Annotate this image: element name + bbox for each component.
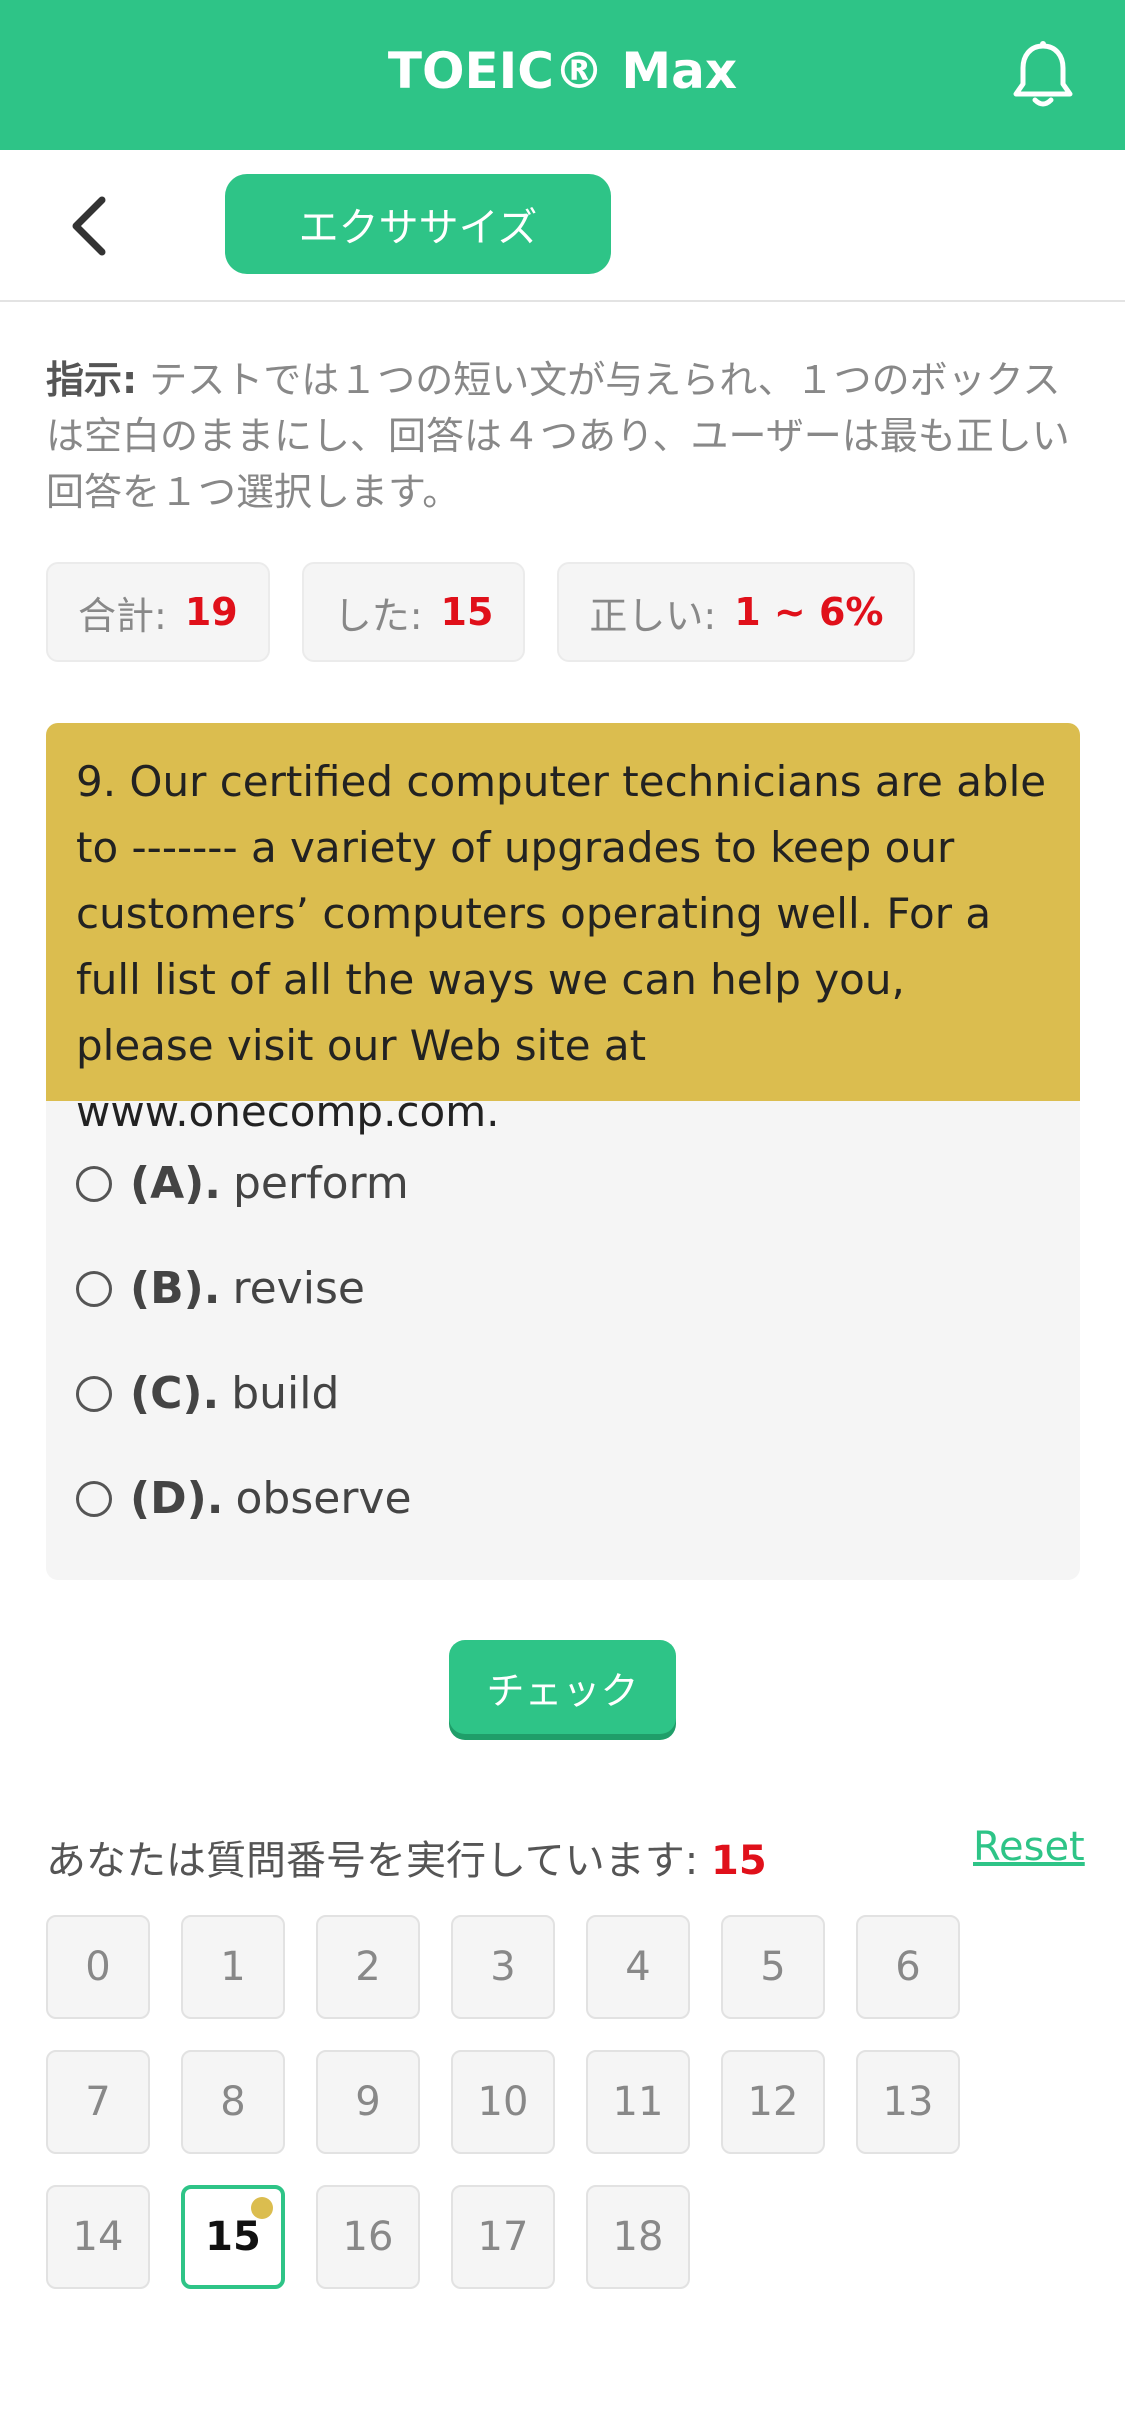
chevron-left-icon[interactable] bbox=[66, 194, 116, 258]
instructions-label: 指示: bbox=[46, 358, 138, 402]
option-letter: (D). bbox=[130, 1473, 224, 1524]
question-number-13[interactable]: 13 bbox=[856, 2050, 960, 2154]
question-number-14[interactable]: 14 bbox=[46, 2185, 150, 2289]
question-number-4[interactable]: 4 bbox=[586, 1915, 690, 2019]
progress-text: あなたは質問番号を実行しています: 15 bbox=[46, 1828, 767, 1886]
question-number-6[interactable]: 6 bbox=[856, 1915, 960, 2019]
progress-label: あなたは質問番号を実行しています: bbox=[46, 1838, 699, 1884]
current-indicator-dot bbox=[251, 2197, 273, 2219]
radio-icon[interactable] bbox=[76, 1375, 112, 1412]
question-number-18[interactable]: 18 bbox=[586, 2185, 690, 2289]
question-number-10[interactable]: 10 bbox=[451, 2050, 555, 2154]
question-text: 9. Our certified computer technicians ar… bbox=[46, 723, 1080, 1136]
question-number-17[interactable]: 17 bbox=[451, 2185, 555, 2289]
stat-correct: 正しい: 1 ~ 6% bbox=[557, 562, 916, 662]
question-number-1[interactable]: 1 bbox=[181, 1915, 285, 2019]
stat-total-value: 19 bbox=[184, 590, 238, 634]
option-b[interactable]: (B). revise bbox=[46, 1236, 1080, 1341]
exercise-tab[interactable]: エクササイズ bbox=[225, 174, 611, 274]
question-number-11[interactable]: 11 bbox=[586, 2050, 690, 2154]
reset-link[interactable]: Reset bbox=[973, 1824, 1085, 1870]
stat-total-label: 合計: bbox=[78, 593, 167, 638]
question-number-0[interactable]: 0 bbox=[46, 1915, 150, 2019]
check-button[interactable]: チェック bbox=[449, 1640, 676, 1734]
option-d[interactable]: (D). observe bbox=[46, 1446, 1080, 1551]
question-number-8[interactable]: 8 bbox=[181, 2050, 285, 2154]
instructions: 指示: テストでは１つの短い文が与えられ、１つのボックスは空白のままにし、回答は… bbox=[46, 352, 1081, 520]
option-text: build bbox=[231, 1368, 340, 1419]
option-text: observe bbox=[235, 1473, 412, 1524]
radio-icon[interactable] bbox=[76, 1165, 112, 1202]
option-c[interactable]: (C). build bbox=[46, 1341, 1080, 1446]
question-number-2[interactable]: 2 bbox=[316, 1915, 420, 2019]
question-number-5[interactable]: 5 bbox=[721, 1915, 825, 2019]
option-a[interactable]: (A). perform bbox=[46, 1131, 1080, 1236]
question-number-16[interactable]: 16 bbox=[316, 2185, 420, 2289]
question-number-12[interactable]: 12 bbox=[721, 2050, 825, 2154]
stat-correct-value: 1 ~ 6% bbox=[734, 590, 884, 634]
question-card: 9. Our certified computer technicians ar… bbox=[46, 723, 1080, 1580]
question-number-15-current[interactable]: 15 bbox=[181, 2185, 285, 2289]
stat-total: 合計: 19 bbox=[46, 562, 270, 662]
option-letter: (B). bbox=[130, 1263, 221, 1314]
answer-options: (A). perform (B). revise (C). build (D). obs… bbox=[46, 1101, 1080, 1551]
progress-current: 15 bbox=[711, 1838, 767, 1884]
stats-row: 合計: 19 した: 15 正しい: 1 ~ 6% bbox=[46, 562, 916, 662]
stat-correct-label: 正しい: bbox=[589, 593, 717, 638]
stat-done-value: 15 bbox=[440, 590, 494, 634]
app-header: TOEIC® Max bbox=[0, 0, 1125, 150]
question-number-label: 15 bbox=[205, 2214, 261, 2260]
question-number-9[interactable]: 9 bbox=[316, 2050, 420, 2154]
bell-icon[interactable] bbox=[1008, 38, 1078, 110]
stat-done: した: 15 bbox=[301, 562, 526, 662]
radio-icon[interactable] bbox=[76, 1480, 112, 1517]
question-number-7[interactable]: 7 bbox=[46, 2050, 150, 2154]
instructions-text: テストでは１つの短い文が与えられ、１つのボックスは空白のままにし、回答は４つあり… bbox=[46, 358, 1070, 514]
app-title: TOEIC® Max bbox=[387, 42, 738, 100]
question-number-3[interactable]: 3 bbox=[451, 1915, 555, 2019]
option-text: revise bbox=[232, 1263, 365, 1314]
stat-done-label: した: bbox=[333, 593, 423, 638]
radio-icon[interactable] bbox=[76, 1270, 112, 1307]
sub-toolbar: エクササイズ bbox=[0, 150, 1125, 302]
option-text: perform bbox=[233, 1158, 409, 1209]
option-letter: (A). bbox=[130, 1158, 221, 1209]
option-letter: (C). bbox=[130, 1368, 220, 1419]
question-number-grid: 0 1 2 3 4 5 6 7 8 9 10 11 12 13 14 15 16… bbox=[46, 1915, 1046, 2289]
